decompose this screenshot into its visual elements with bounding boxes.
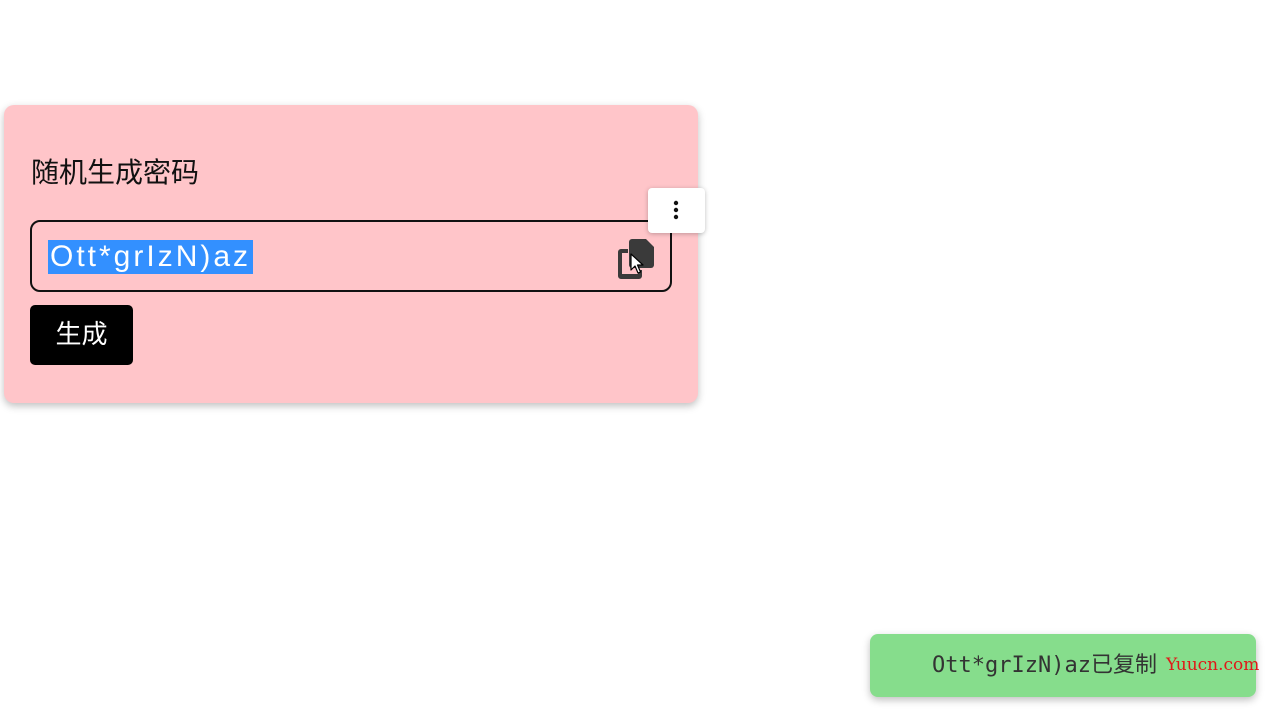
password-field[interactable]: Ott*grIzN)az <box>30 220 672 292</box>
more-vertical-icon <box>673 200 679 220</box>
card-title: 随机生成密码 <box>31 156 200 189</box>
more-options-button[interactable] <box>648 188 705 233</box>
password-text-selected[interactable]: Ott*grIzN)az <box>48 240 254 274</box>
copy-icon[interactable] <box>614 236 658 280</box>
toast-message: Ott*grIzN)az已复制 <box>932 653 1157 678</box>
generate-button[interactable]: 生成 <box>30 305 133 365</box>
password-generator-card: 随机生成密码 Ott*grIzN)az 生成 <box>4 105 698 403</box>
watermark: Yuucn.com <box>1166 655 1260 675</box>
